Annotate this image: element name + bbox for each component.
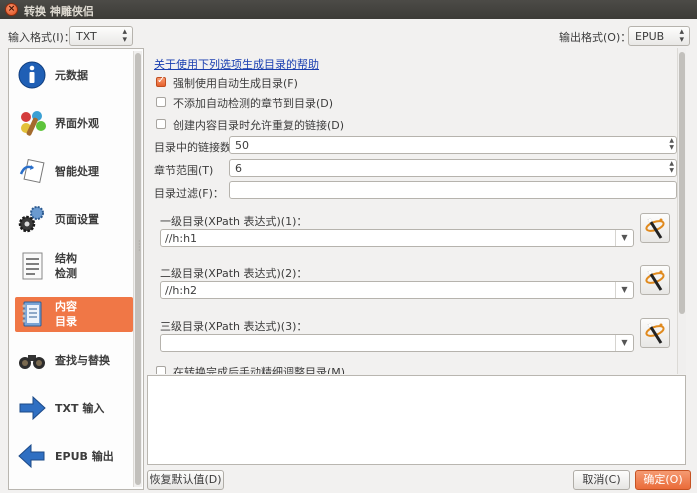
restore-defaults-button[interactable]: 恢复默认值(D) [147,470,224,490]
sidebar-item-label: 结构 检测 [55,252,77,280]
cancel-button[interactable]: 取消(C) [573,470,630,490]
max-links-spinbox[interactable]: 50 ▲ ▼ [229,136,677,154]
structure-icon [17,251,47,281]
level3-toc-label: 三级目录(XPath 表达式)(3)： [160,320,308,333]
no-chapters-in-toc-label[interactable]: 不添加自动检测的章节到目录(D) [173,95,333,111]
toc-options-panel: 关于使用下列选项生成目录的帮助 强制使用自动生成目录(F) 不添加自动检测的章节… [146,48,686,374]
updown-arrows-icon: ▴ ▾ [679,27,684,45]
toc-icon [17,299,47,329]
input-format-label: 输入格式(I)： [8,31,75,44]
output-format-label: 输出格式(O)： [559,31,632,44]
level1-xpath-combo[interactable]: //h:h1 ▼ [160,229,634,247]
arrow-right-icon [17,393,47,423]
spin-arrows-icon[interactable]: ▲ ▼ [669,137,674,151]
window-title: 转换 神雕侠侣 [24,5,94,18]
options-scrollbar-thumb[interactable] [679,52,685,314]
updown-arrows-icon: ▴ ▾ [122,27,127,45]
magic-wand-icon [645,218,665,239]
ok-button[interactable]: 确定(O) [635,470,691,490]
magic-wand-icon [645,270,665,291]
sidebar-item-look-feel[interactable]: 界面外观 [15,106,133,141]
sidebar-item-structure-detection[interactable]: 结构 检测 [15,249,133,284]
sidebar-item-label: 元数据 [55,69,88,82]
sidebar-item-page-setup[interactable]: 页面设置 [15,202,133,237]
no-chapters-in-toc-checkbox[interactable] [156,97,166,107]
input-format-select[interactable]: TXT ▴ ▾ [69,26,133,46]
title-bar: × 转换 神雕侠侣 [0,0,697,19]
level1-xpath-wizard-button[interactable] [640,213,670,243]
arrow-left-icon [17,441,47,471]
allow-duplicate-links-checkbox[interactable] [156,119,166,129]
sidebar-scrollbar[interactable] [133,51,142,487]
chevron-down-icon[interactable]: ▼ [615,230,633,246]
options-scrollbar[interactable] [677,48,686,374]
sidebar-item-label: 内容 目录 [55,300,77,328]
allow-duplicate-links-label[interactable]: 创建内容目录时允许重复的链接(D) [173,117,344,133]
level2-toc-label: 二级目录(XPath 表达式)(2)： [160,267,308,280]
sidebar-item-label: 界面外观 [55,117,99,130]
close-window-button[interactable]: × [5,3,18,16]
force-auto-toc-label[interactable]: 强制使用自动生成目录(F) [173,75,298,91]
page-setup-icon [17,204,47,234]
chevron-down-icon[interactable]: ▼ [615,335,633,351]
manual-fine-tune-label[interactable]: 在转换完成后手动精细调整目录(M) [173,364,345,374]
toc-help-link[interactable]: 关于使用下列选项生成目录的帮助 [154,56,319,72]
level1-toc-label: 一级目录(XPath 表达式)(1)： [160,215,308,228]
sidebar-item-epub-output[interactable]: EPUB 输出 [15,439,133,474]
output-format-value: EPUB [635,30,665,43]
input-format-value: TXT [76,30,97,43]
manual-fine-tune-checkbox[interactable] [156,366,166,374]
heuristics-icon [17,156,47,186]
sidebar-item-table-of-contents[interactable]: 内容 目录 [15,297,133,332]
sidebar-item-txt-input[interactable]: TXT 输入 [15,391,133,426]
level3-xpath-combo[interactable]: ▼ [160,334,634,352]
level1-xpath-value: //h:h1 [165,232,198,245]
help-description-area [147,375,686,465]
spin-arrows-icon[interactable]: ▲ ▼ [669,160,674,174]
chapter-threshold-label: 章节范围(T) [154,164,214,177]
sidebar-item-search-replace[interactable]: 查找与替换 [15,343,133,378]
level2-xpath-wizard-button[interactable] [640,265,670,295]
look-feel-icon [17,108,47,138]
force-auto-toc-checkbox[interactable] [156,75,166,87]
sidebar-item-label: EPUB 输出 [55,450,114,463]
sidebar-item-label: 智能处理 [55,165,99,178]
chevron-down-icon[interactable]: ▼ [615,282,633,298]
toc-filter-input[interactable] [229,181,677,199]
chapter-threshold-value: 6 [235,162,242,175]
magic-wand-icon [645,323,665,344]
sidebar-item-label: 页面设置 [55,213,99,226]
sidebar-scrollbar-thumb[interactable] [135,53,141,485]
sidebar-item-label: TXT 输入 [55,402,105,415]
binoculars-icon [17,345,47,375]
level3-xpath-wizard-button[interactable] [640,318,670,348]
close-icon: × [7,4,16,14]
toc-filter-label: 目录过滤(F)： [154,187,224,200]
max-links-value: 50 [235,139,249,152]
chapter-threshold-spinbox[interactable]: 6 ▲ ▼ [229,159,677,177]
pane-splitter[interactable]: · · · · [138,238,142,255]
level2-xpath-value: //h:h2 [165,284,198,297]
sidebar-item-heuristics[interactable]: 智能处理 [15,154,133,189]
output-format-select[interactable]: EPUB ▴ ▾ [628,26,690,46]
sidebar-item-metadata[interactable]: 元数据 [15,58,133,93]
level2-xpath-combo[interactable]: //h:h2 ▼ [160,281,634,299]
max-links-label: 目录中的链接数 [154,141,231,154]
sidebar-item-label: 查找与替换 [55,354,110,367]
sidebar: 元数据 界面外观 智能处理 页面设置 结构 检测 内容 目录 查找与替换 TXT… [8,48,144,490]
info-icon [17,60,47,90]
